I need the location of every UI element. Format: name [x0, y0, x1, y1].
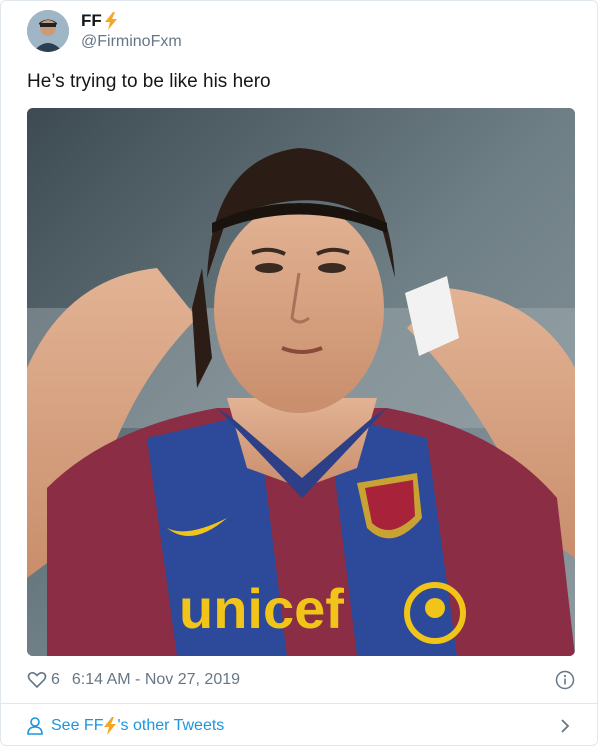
heart-icon[interactable]: [27, 670, 47, 690]
like-count[interactable]: 6: [51, 671, 60, 689]
footer-prefix: See FF: [51, 717, 104, 734]
svg-text:unicef: unicef: [179, 577, 344, 640]
tweet-timestamp[interactable]: 6:14 AM - Nov 27, 2019: [72, 671, 240, 689]
display-name[interactable]: FF: [81, 11, 182, 31]
person-icon: [27, 717, 43, 735]
tweet-card[interactable]: FF @FirminoFxm He’s trying to be like hi…: [0, 0, 598, 746]
tweet-text: He’s trying to be like his hero: [27, 71, 271, 92]
chevron-right-icon[interactable]: [559, 718, 571, 734]
info-icon[interactable]: [555, 670, 575, 690]
avatar[interactable]: [27, 10, 69, 52]
tweet-header: FF @FirminoFxm: [27, 7, 182, 55]
tweet-photo[interactable]: unicef: [27, 108, 575, 656]
footer-divider: [1, 703, 597, 704]
display-name-text: FF: [81, 10, 102, 30]
tweet-meta: 6 6:14 AM - Nov 27, 2019: [27, 668, 575, 692]
see-other-tweets-link[interactable]: See FF 's other Tweets: [27, 713, 575, 739]
user-handle[interactable]: @FirminoFxm: [81, 32, 182, 52]
lightning-bolt-icon: [104, 717, 117, 735]
footer-suffix: 's other Tweets: [117, 717, 225, 734]
lightning-bolt-icon: [104, 11, 117, 30]
